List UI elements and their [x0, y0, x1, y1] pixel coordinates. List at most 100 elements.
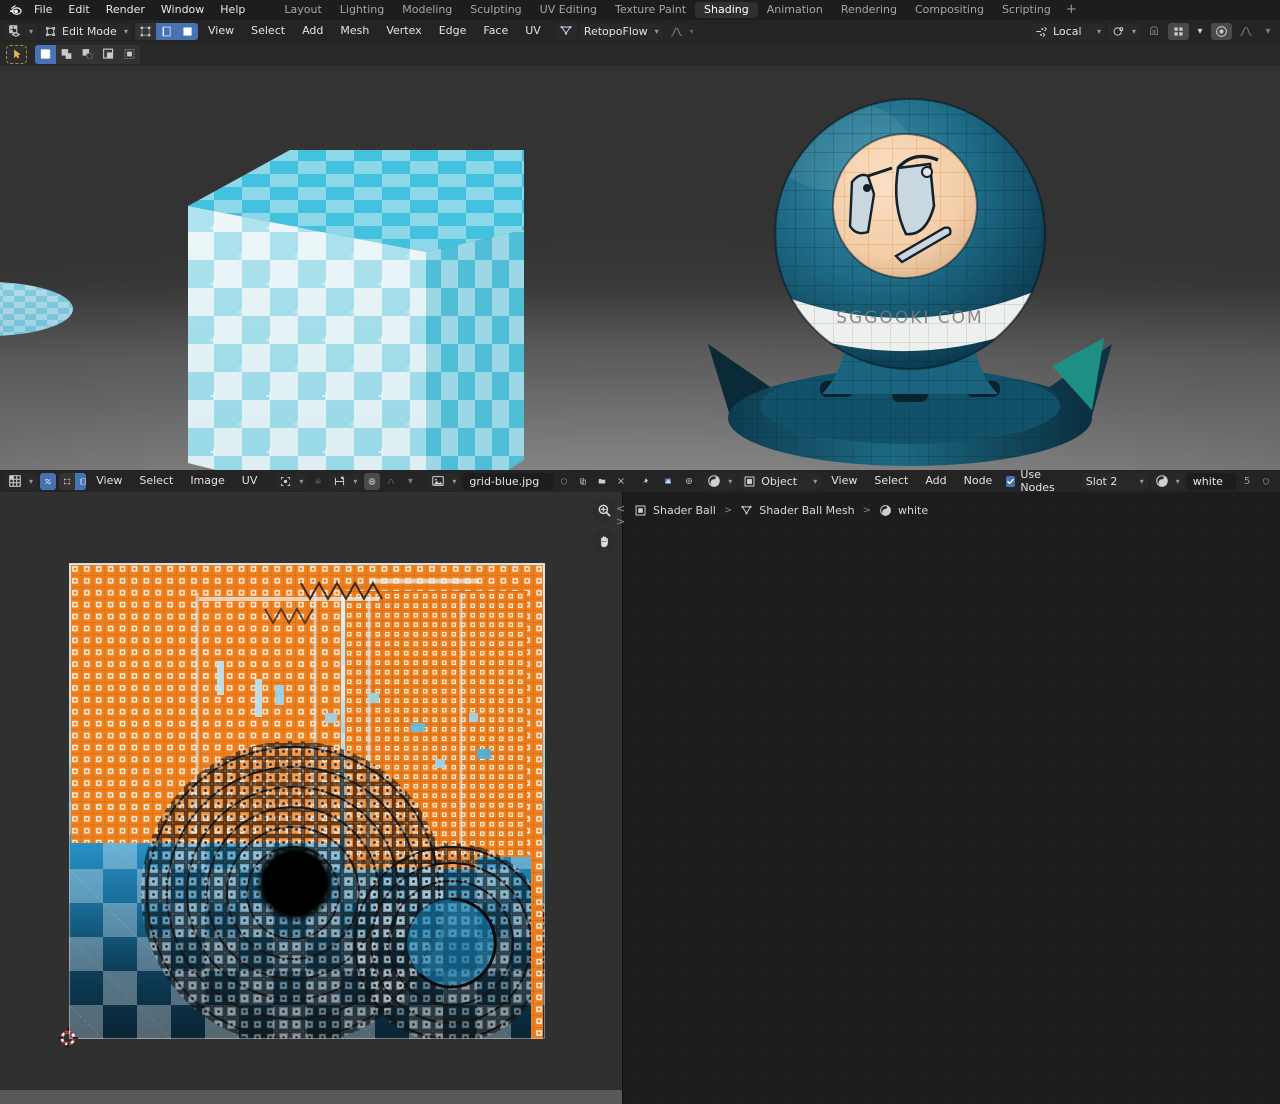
shader-type-dropdown[interactable]: Object ▾ — [739, 472, 822, 490]
viewport-menu-uv[interactable]: UV — [518, 22, 548, 40]
vertex-select-mode-button[interactable] — [135, 22, 157, 40]
select-set-mode-button[interactable] — [35, 44, 56, 64]
uv-menu-uv[interactable]: UV — [235, 472, 265, 490]
uv-menu-select[interactable]: Select — [132, 472, 180, 490]
breadcrumb-item-material[interactable]: white — [879, 504, 928, 517]
viewport-3d[interactable]: SGGOOKI COM — [0, 66, 1280, 470]
viewport-menu-face[interactable]: Face — [476, 22, 515, 40]
add-workspace-button[interactable]: + — [1060, 2, 1083, 18]
cursor-2d-icon[interactable] — [58, 1028, 78, 1048]
falloff-dropdown-caret[interactable]: ▾ — [1260, 23, 1276, 39]
material-slot-dropdown[interactable]: Slot 2 ▾ — [1081, 472, 1148, 490]
select-subtract-mode-button[interactable] — [77, 44, 98, 64]
workspace-tab-sculpting[interactable]: Sculpting — [461, 2, 530, 18]
shader-editor-canvas[interactable] — [622, 492, 1280, 1104]
hand-icon[interactable] — [592, 529, 616, 553]
menu-file[interactable]: File — [26, 0, 60, 20]
workspace-tab-texture-paint[interactable]: Texture Paint — [606, 2, 695, 18]
uv-magnet-icon[interactable] — [310, 473, 326, 489]
workspace-tab-modeling[interactable]: Modeling — [393, 2, 461, 18]
x-icon[interactable] — [613, 473, 629, 489]
shader-menu-select[interactable]: Select — [867, 472, 915, 490]
material-sphere-icon[interactable]: ▾ — [1150, 472, 1184, 490]
use-nodes-checkbox[interactable]: Use Nodes — [1002, 468, 1060, 494]
select-invert-mode-button[interactable] — [98, 44, 119, 64]
pin-icon[interactable] — [637, 473, 653, 489]
proportional-editing-icon[interactable] — [1211, 22, 1232, 40]
snap-dropdown-caret[interactable]: ▾ — [1192, 23, 1208, 39]
falloff-smooth-icon[interactable]: ▾ — [665, 22, 698, 40]
editor-type-uv-icon[interactable]: ▾ — [4, 472, 38, 490]
viewport-menu-view[interactable]: View — [201, 22, 241, 40]
editor-divider[interactable] — [622, 492, 623, 1104]
uv-sync-selection-icon[interactable] — [40, 472, 57, 490]
retopoflow-dropdown[interactable]: RetopoFlow ▾ — [579, 22, 663, 40]
retopoflow-icon[interactable] — [554, 22, 577, 40]
breadcrumb-item-mesh[interactable]: Shader Ball Mesh — [740, 503, 855, 517]
face-select-mode-button[interactable] — [177, 22, 199, 40]
viewport-menu-vertex[interactable]: Vertex — [379, 22, 428, 40]
magnet-icon[interactable] — [1143, 23, 1165, 39]
material-fake-user-shield-icon[interactable] — [1258, 473, 1274, 489]
menu-render[interactable]: Render — [98, 0, 153, 20]
uv-falloff-caret[interactable]: ▾ — [402, 473, 418, 489]
workspace-tab-rendering[interactable]: Rendering — [832, 2, 906, 18]
pivot-point-dropdown[interactable]: ▾ — [1107, 22, 1140, 40]
workspace-tab-layout[interactable]: Layout — [275, 2, 330, 18]
ground-disc-object[interactable] — [0, 278, 98, 340]
select-intersect-mode-button[interactable] — [119, 44, 140, 64]
workspace-tab-scripting[interactable]: Scripting — [993, 2, 1060, 18]
browse-image-icon[interactable]: ▾ — [427, 472, 461, 490]
uv-editor-canvas[interactable] — [0, 492, 622, 1104]
viewport-menu-add[interactable]: Add — [295, 22, 330, 40]
breadcrumb-label-object: Shader Ball — [653, 503, 716, 517]
transform-orientation-dropdown[interactable]: Local ▾ — [1030, 22, 1105, 40]
menu-window[interactable]: Window — [153, 0, 212, 20]
workspace-tab-uv-editing[interactable]: UV Editing — [531, 2, 606, 18]
shader-editor-nav-arrows[interactable]: < > — [616, 502, 634, 528]
uv-falloff-smooth-icon[interactable] — [383, 473, 399, 489]
copy-icon[interactable] — [575, 473, 591, 489]
shield-icon[interactable] — [556, 473, 572, 489]
tweak-select-tool-icon[interactable] — [6, 44, 27, 64]
shader-ball-object[interactable]: SGGOOKI COM — [700, 76, 1120, 466]
editor-type-3dview-icon[interactable]: ▾ — [4, 22, 38, 40]
viewport-menu-select[interactable]: Select — [244, 22, 292, 40]
workspace-tab-shading[interactable]: Shading — [695, 2, 758, 18]
uv-snap-target-dropdown[interactable]: ▾ — [329, 472, 362, 490]
breadcrumb-label-mesh: Shader Ball Mesh — [759, 503, 855, 517]
menu-help[interactable]: Help — [212, 0, 253, 20]
snap-target-icon[interactable] — [1168, 22, 1189, 40]
blender-logo-icon[interactable] — [4, 0, 26, 20]
shader-menu-node[interactable]: Node — [957, 472, 1000, 490]
workspace-tab-compositing[interactable]: Compositing — [906, 2, 993, 18]
uv-proportional-editing-icon[interactable] — [364, 472, 381, 490]
breadcrumb-item-object[interactable]: Shader Ball — [634, 504, 716, 517]
uv-vertex-select-mode-button[interactable] — [59, 472, 76, 490]
magnifier-icon[interactable] — [592, 498, 616, 522]
select-extend-mode-button[interactable] — [56, 44, 77, 64]
display-channels-icon[interactable] — [660, 473, 676, 489]
viewport-menu-edge[interactable]: Edge — [432, 22, 474, 40]
shader-menu-add[interactable]: Add — [918, 472, 953, 490]
falloff-smooth-icon-2[interactable] — [1235, 23, 1257, 39]
material-users-count[interactable]: 5 — [1239, 473, 1255, 489]
uv-menu-image[interactable]: Image — [183, 472, 231, 490]
workspace-tab-lighting[interactable]: Lighting — [331, 2, 393, 18]
uv-menu-view[interactable]: View — [89, 472, 129, 490]
material-name-field[interactable]: white — [1186, 472, 1236, 490]
uv-pivot-point-dropdown[interactable]: ▾ — [275, 472, 308, 490]
editor-type-shader-icon[interactable]: ▾ — [703, 472, 737, 490]
shader-menu-view[interactable]: View — [824, 472, 864, 490]
uv-edge-select-mode-button[interactable] — [75, 472, 87, 490]
gizmo-icon[interactable] — [681, 473, 697, 489]
edge-select-mode-button[interactable] — [156, 22, 178, 40]
mode-selector[interactable]: Edit Mode ▾ — [40, 22, 133, 40]
image-name-field[interactable]: grid-blue.jpg — [463, 472, 554, 490]
menu-edit[interactable]: Edit — [60, 0, 97, 20]
textured-cube-object[interactable] — [186, 148, 526, 470]
folder-icon[interactable] — [594, 473, 610, 489]
workspace-tab-animation[interactable]: Animation — [758, 2, 832, 18]
uv-image[interactable] — [69, 563, 545, 1039]
viewport-menu-mesh[interactable]: Mesh — [333, 22, 376, 40]
